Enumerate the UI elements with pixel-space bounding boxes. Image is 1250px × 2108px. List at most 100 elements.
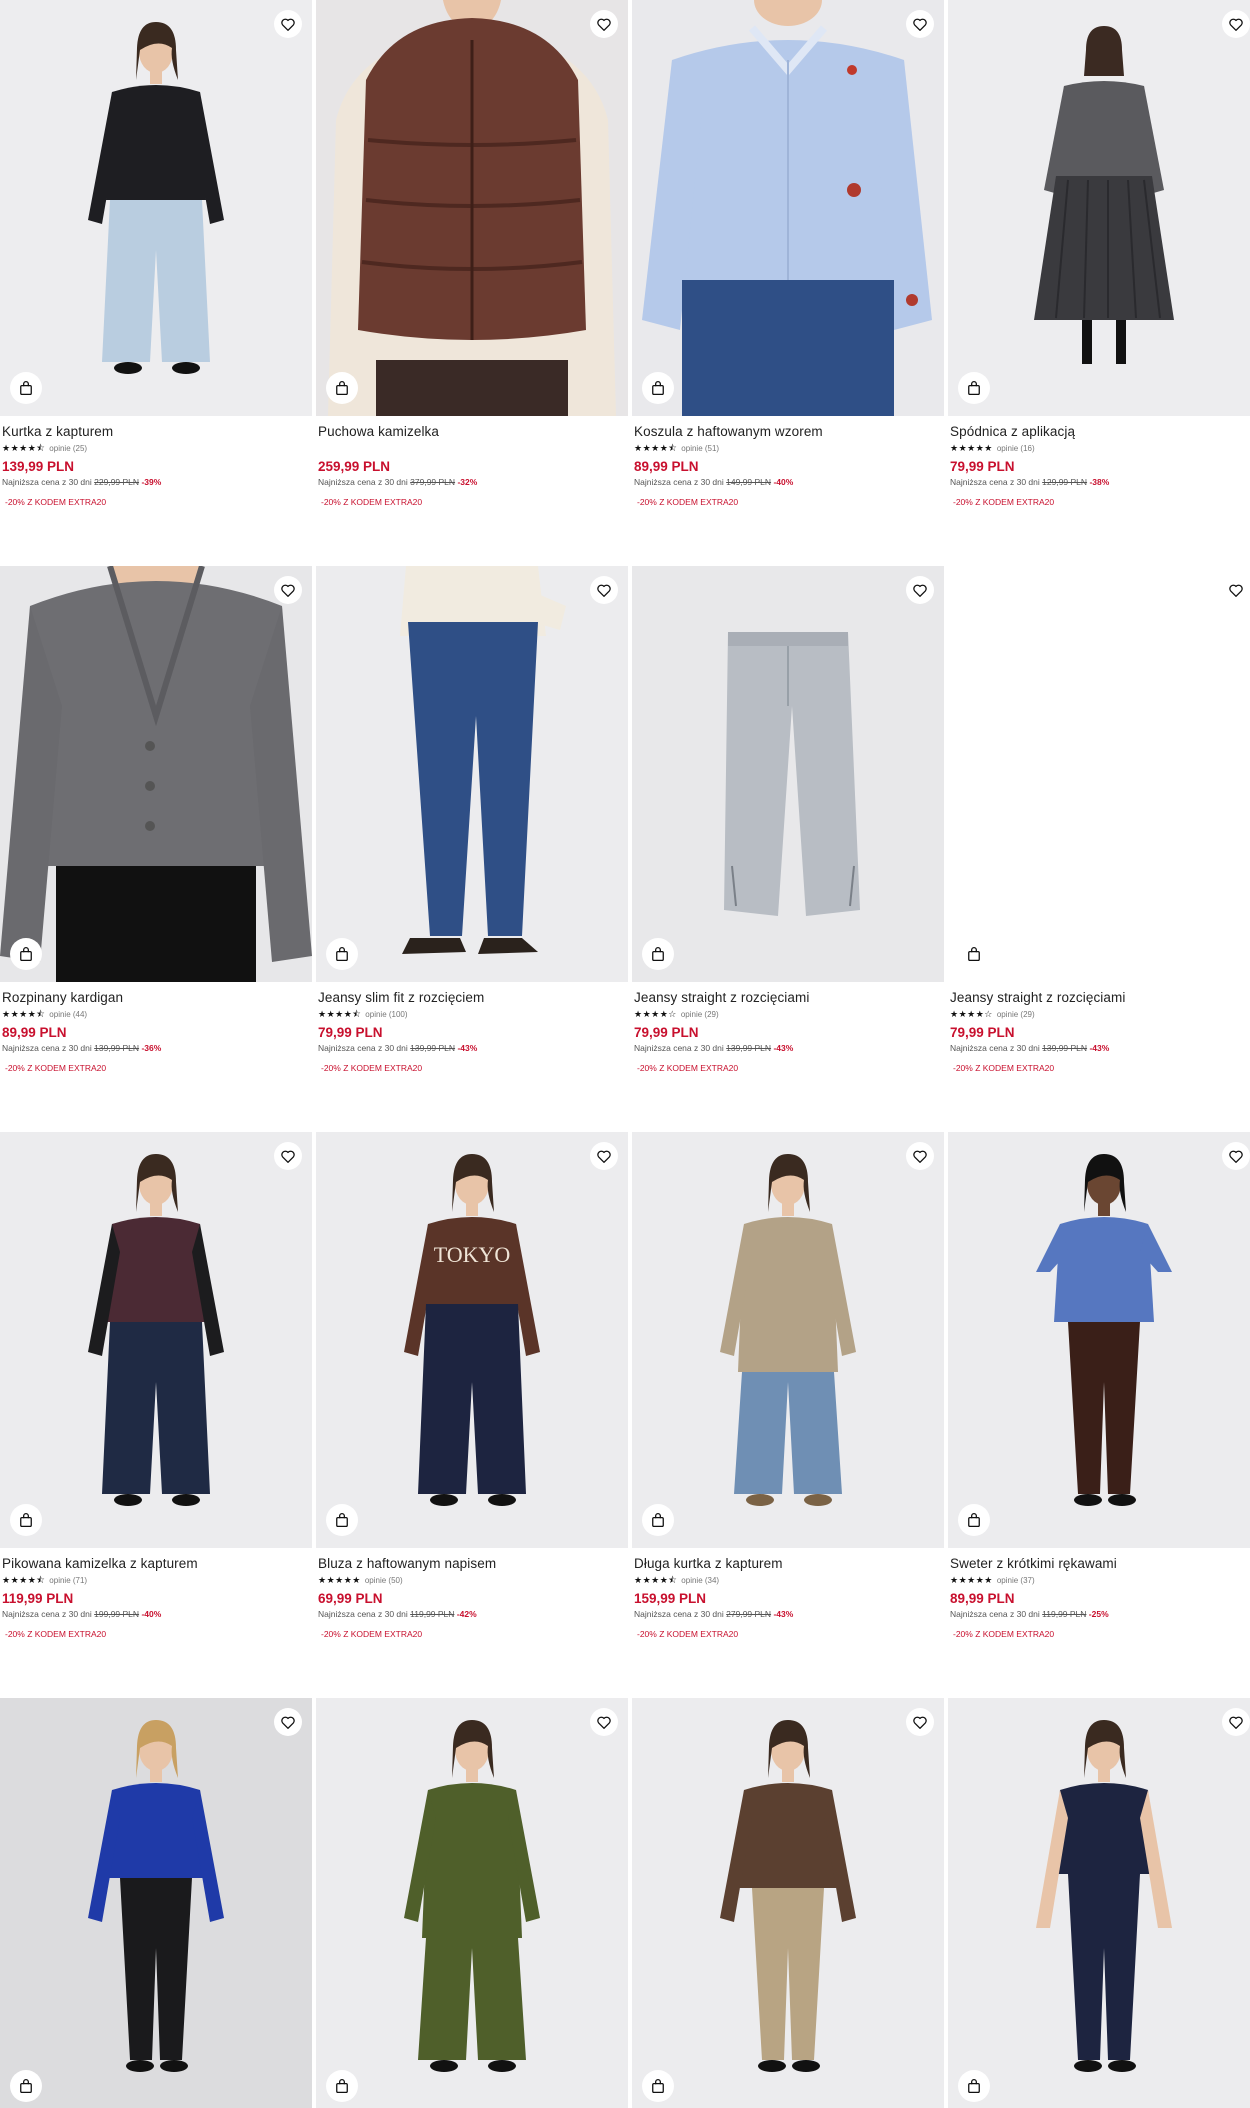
product-price: 79,99 PLN (950, 1025, 1015, 1040)
product-name[interactable]: Długa kurtka z kapturem (634, 1555, 942, 1572)
product-image[interactable]: TOKYO (316, 1132, 628, 1548)
add-to-cart-bag-icon[interactable] (958, 1504, 990, 1536)
promo-code-note: -20% Z KODEM EXTRA20 (953, 1629, 1055, 1639)
wishlist-heart-icon[interactable] (1222, 576, 1250, 604)
wishlist-heart-icon[interactable] (906, 1142, 934, 1170)
lowest-price-label: Najniższa cena z 30 dni (318, 1609, 408, 1619)
wishlist-heart-icon[interactable] (274, 1708, 302, 1736)
add-to-cart-bag-icon[interactable] (326, 2070, 358, 2102)
product-card[interactable]: TOKYO Bluza z haftowanym napisem ★★★★★ o… (316, 1132, 628, 1640)
product-card[interactable]: Puchowa kamizelka 259,99 PLN Najniższa c… (316, 0, 628, 508)
add-to-cart-bag-icon[interactable] (10, 2070, 42, 2102)
product-photo (632, 1698, 944, 2108)
product-image[interactable] (948, 1132, 1250, 1548)
wishlist-heart-icon[interactable] (590, 1708, 618, 1736)
wishlist-heart-icon[interactable] (274, 1142, 302, 1170)
product-name[interactable]: Jeansy straight z rozcięciami (950, 989, 1250, 1006)
product-name[interactable]: Kurtka z kapturem (2, 423, 310, 440)
wishlist-heart-icon[interactable] (1222, 10, 1250, 38)
product-card[interactable]: Rozpinany kardigan ★★★★⯪ opinie (44) 89,… (0, 566, 312, 1074)
product-card[interactable]: Jeansy slim fit z rozcięciem ★★★★⯪ opini… (316, 566, 628, 1074)
wishlist-heart-icon[interactable] (590, 576, 618, 604)
product-photo (948, 1698, 1250, 2108)
product-card[interactable]: Jeansy straight z rozcięciami ★★★★☆ opin… (632, 566, 944, 1074)
product-photo: TOKYO (316, 1132, 628, 1548)
add-to-cart-bag-icon[interactable] (10, 938, 42, 970)
product-card[interactable]: Koszula z haftowanym wzorem ★★★★⯪ opinie… (632, 0, 944, 508)
product-image[interactable] (948, 1698, 1250, 2108)
product-name[interactable]: Rozpinany kardigan (2, 989, 310, 1006)
product-name[interactable]: Bluza z haftowanym napisem (318, 1555, 626, 1572)
old-price: 379,99 PLN (410, 477, 456, 487)
product-image[interactable] (632, 1698, 944, 2108)
product-image[interactable] (948, 0, 1250, 416)
add-to-cart-bag-icon[interactable] (642, 372, 674, 404)
old-price: 149,99 PLN (726, 477, 772, 487)
review-count: opinie (50) (364, 1575, 403, 1585)
wishlist-heart-icon[interactable] (1222, 1708, 1250, 1736)
discount-percent: -32% (457, 477, 478, 487)
product-name[interactable]: Pikowana kamizelka z kapturem (2, 1555, 310, 1572)
wishlist-heart-icon[interactable] (906, 576, 934, 604)
add-to-cart-bag-icon[interactable] (326, 938, 358, 970)
product-card[interactable] (948, 1698, 1250, 2108)
product-image[interactable] (0, 1132, 312, 1548)
add-to-cart-bag-icon[interactable] (10, 372, 42, 404)
wishlist-heart-icon[interactable] (906, 10, 934, 38)
product-card[interactable]: Sweter z krótkimi rękawami ★★★★★ opinie … (948, 1132, 1250, 1640)
product-card[interactable] (0, 1698, 312, 2108)
add-to-cart-bag-icon[interactable] (326, 372, 358, 404)
wishlist-heart-icon[interactable] (1222, 1142, 1250, 1170)
product-image[interactable] (0, 1698, 312, 2108)
product-image[interactable] (632, 1132, 944, 1548)
product-card[interactable]: Pikowana kamizelka z kapturem ★★★★⯪ opin… (0, 1132, 312, 1640)
add-to-cart-bag-icon[interactable] (958, 938, 990, 970)
product-photo (948, 0, 1250, 416)
product-photo (0, 1698, 312, 2108)
lowest-price-note: Najniższa cena z 30 dni 379,99 PLN -32% (318, 476, 626, 488)
old-price: 139,99 PLN (1042, 1043, 1088, 1053)
wishlist-heart-icon[interactable] (274, 576, 302, 604)
product-image[interactable] (0, 566, 312, 982)
product-image[interactable] (632, 566, 944, 982)
add-to-cart-bag-icon[interactable] (10, 1504, 42, 1536)
product-card[interactable] (316, 1698, 628, 2108)
add-to-cart-bag-icon[interactable] (326, 1504, 358, 1536)
product-image[interactable] (316, 566, 628, 982)
product-card[interactable]: Jeansy straight z rozcięciami ★★★★☆ opin… (948, 566, 1250, 1074)
svg-text:TOKYO: TOKYO (434, 1242, 511, 1267)
product-image[interactable] (632, 0, 944, 416)
review-count: opinie (16) (996, 443, 1035, 453)
wishlist-heart-icon[interactable] (274, 10, 302, 38)
product-name[interactable]: Jeansy slim fit z rozcięciem (318, 989, 626, 1006)
product-name[interactable]: Jeansy straight z rozcięciami (634, 989, 942, 1006)
product-image[interactable] (316, 1698, 628, 2108)
product-photo (632, 1132, 944, 1548)
product-image[interactable] (0, 0, 312, 416)
product-photo (0, 566, 312, 982)
product-name[interactable]: Sweter z krótkimi rękawami (950, 1555, 1250, 1572)
product-name[interactable]: Koszula z haftowanym wzorem (634, 423, 942, 440)
wishlist-heart-icon[interactable] (590, 10, 618, 38)
review-count: opinie (100) (365, 1009, 408, 1019)
product-photo (0, 1132, 312, 1548)
product-card[interactable] (632, 1698, 944, 2108)
add-to-cart-bag-icon[interactable] (958, 2070, 990, 2102)
wishlist-heart-icon[interactable] (906, 1708, 934, 1736)
product-image[interactable] (316, 0, 628, 416)
product-card[interactable]: Kurtka z kapturem ★★★★⯪ opinie (25) 139,… (0, 0, 312, 508)
product-card[interactable]: Spódnica z aplikacją ★★★★★ opinie (16) 7… (948, 0, 1250, 508)
promo-code-note: -20% Z KODEM EXTRA20 (5, 1629, 107, 1639)
product-card[interactable]: Długa kurtka z kapturem ★★★★⯪ opinie (34… (632, 1132, 944, 1640)
product-name[interactable]: Spódnica z aplikacją (950, 423, 1250, 440)
add-to-cart-bag-icon[interactable] (642, 1504, 674, 1536)
wishlist-heart-icon[interactable] (590, 1142, 618, 1170)
review-count: opinie (51) (681, 443, 720, 453)
product-name[interactable]: Puchowa kamizelka (318, 423, 626, 440)
add-to-cart-bag-icon[interactable] (642, 938, 674, 970)
rating-stars-icon: ★★★★☆ (634, 1009, 677, 1019)
rating-stars-icon: ★★★★⯪ (2, 1575, 46, 1585)
add-to-cart-bag-icon[interactable] (642, 2070, 674, 2102)
add-to-cart-bag-icon[interactable] (958, 372, 990, 404)
product-image[interactable] (948, 566, 1250, 982)
